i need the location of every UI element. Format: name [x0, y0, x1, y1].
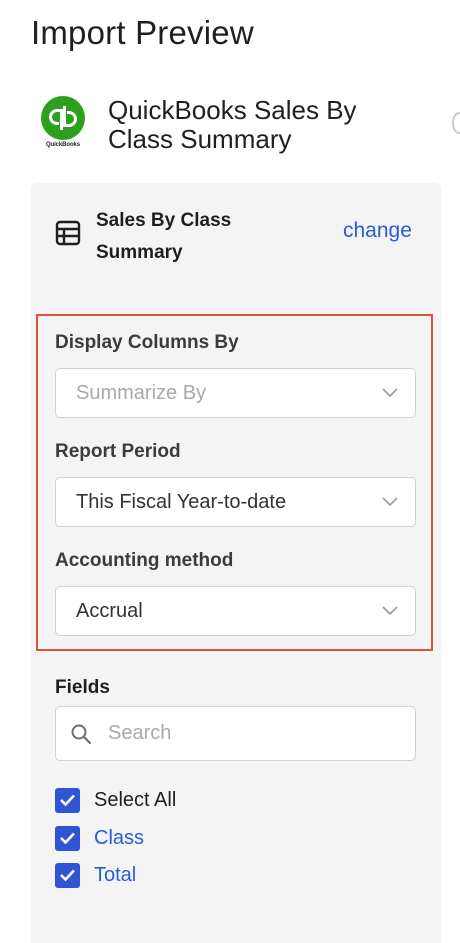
chevron-down-icon [382, 388, 398, 398]
search-input[interactable] [106, 715, 396, 751]
display-columns-select[interactable]: Summarize By [55, 368, 416, 418]
checkmark-icon [60, 794, 75, 807]
class-checkbox[interactable] [55, 825, 80, 851]
source-title: QuickBooks Sales By Class Summary [108, 95, 357, 154]
display-columns-label: Display Columns By [55, 332, 239, 353]
select-all-checkbox[interactable] [55, 787, 80, 813]
accounting-method-label: Accounting method [55, 550, 234, 571]
page-title: Import Preview [31, 14, 254, 51]
checkmark-icon [60, 869, 75, 882]
edge-partial-icon [452, 112, 460, 134]
logo-text: QuickBooks [45, 142, 80, 148]
checkmark-icon [60, 832, 75, 845]
report-period-select[interactable]: This Fiscal Year-to-date [55, 477, 416, 527]
accounting-method-select[interactable]: Accrual [55, 586, 416, 636]
select-all-label: Select All [94, 788, 177, 811]
select-all-row[interactable]: Select All [55, 787, 176, 813]
quickbooks-logo-icon [41, 96, 85, 140]
report-period-label: Report Period [55, 441, 181, 462]
table-icon [55, 220, 81, 246]
display-columns-placeholder: Summarize By [76, 382, 207, 404]
total-checkbox[interactable] [55, 862, 80, 888]
field-item-class[interactable]: Class [55, 825, 144, 851]
field-item-label[interactable]: Class [94, 827, 144, 850]
field-item-label[interactable]: Total [94, 864, 136, 887]
accounting-method-value: Accrual [76, 600, 143, 622]
change-link[interactable]: change [343, 219, 412, 243]
field-item-total[interactable]: Total [55, 862, 136, 888]
fields-label: Fields [55, 677, 110, 698]
report-period-value: This Fiscal Year-to-date [76, 491, 287, 513]
fields-search [55, 706, 416, 761]
quickbooks-logo: QuickBooks [37, 96, 87, 152]
report-name: Sales By Class Summary [96, 210, 232, 263]
search-icon [71, 724, 92, 745]
chevron-down-icon [382, 497, 398, 507]
chevron-down-icon [382, 606, 398, 616]
